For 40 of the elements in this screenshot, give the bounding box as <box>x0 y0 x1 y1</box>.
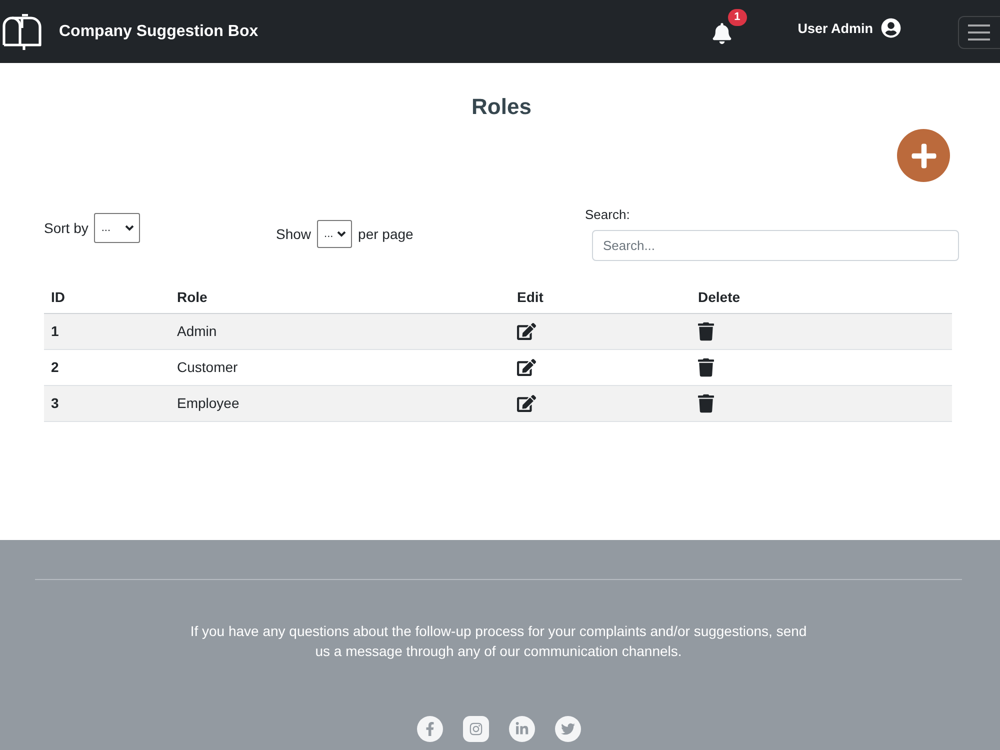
user-menu-link[interactable]: User Admin <box>798 20 873 36</box>
footer-message: If you have any questions about the follow-up process for your complaints and/or suggestions, send us a message through any of our communication channels. <box>189 622 808 661</box>
linkedin-icon[interactable] <box>508 716 534 742</box>
trash-icon[interactable] <box>698 394 714 412</box>
edit-icon[interactable] <box>517 322 536 340</box>
per-page-label: per page <box>358 226 414 242</box>
caret-icon <box>337 231 346 237</box>
page-size-select[interactable]: ... <box>317 220 352 248</box>
show-label: Show <box>276 226 312 242</box>
user-avatar-icon[interactable] <box>881 18 901 38</box>
app-title: Company Suggestion Box <box>59 22 258 40</box>
column-header: Role <box>170 282 510 313</box>
search-field[interactable]: Search... <box>592 230 959 261</box>
table-cell: Admin <box>170 313 510 349</box>
instagram-icon[interactable] <box>462 716 488 742</box>
sort-label: Sort by <box>44 220 88 236</box>
table-cell: 3 <box>44 385 170 421</box>
facebook-icon[interactable] <box>416 716 442 742</box>
column-header: Delete <box>691 282 952 313</box>
trash-icon[interactable] <box>698 322 714 340</box>
column-header: Edit <box>510 282 691 313</box>
search-label: Search: <box>585 207 630 222</box>
sort-select[interactable]: ... <box>94 213 140 243</box>
table-cell: Customer <box>170 349 510 385</box>
edit-icon[interactable] <box>517 358 536 376</box>
menu-icon <box>968 24 990 40</box>
table-cell: 1 <box>44 313 170 349</box>
column-header: ID <box>44 282 170 313</box>
trash-icon[interactable] <box>698 358 714 376</box>
menu-toggle-button[interactable] <box>958 16 1000 48</box>
bell-icon <box>712 23 732 44</box>
caret-icon <box>125 225 134 231</box>
mailbox-logo-icon <box>2 14 42 50</box>
table-cell: Employee <box>170 385 510 421</box>
page-title: Roles <box>472 93 532 121</box>
notification-count: 1 <box>728 8 747 26</box>
table-cell: 2 <box>44 349 170 385</box>
twitter-icon[interactable] <box>554 716 580 742</box>
plus-icon <box>910 142 938 170</box>
edit-icon[interactable] <box>517 394 536 412</box>
